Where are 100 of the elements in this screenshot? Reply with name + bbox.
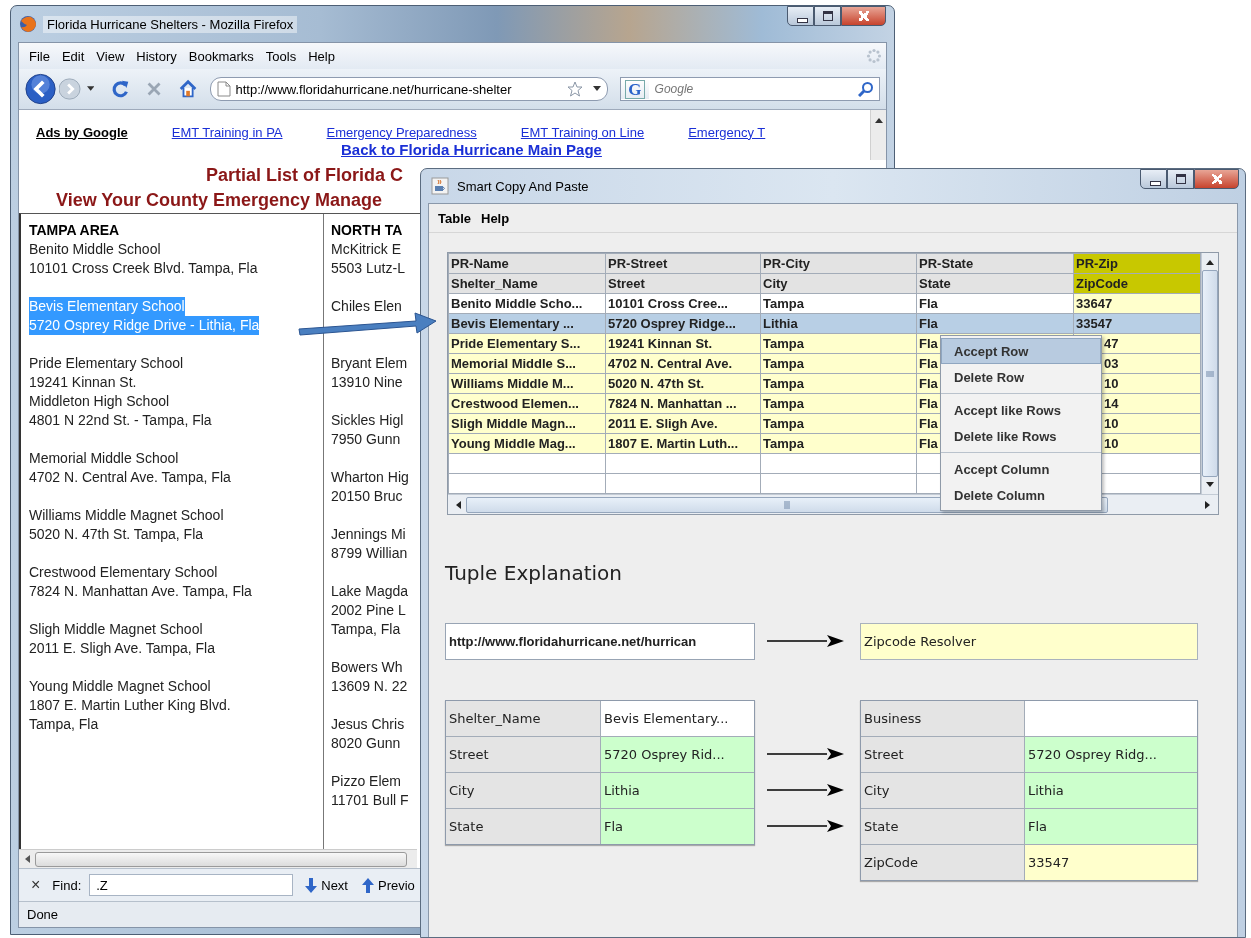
- menu-item[interactable]: Accept Row: [941, 338, 1101, 364]
- table-cell[interactable]: Williams Middle M...: [448, 373, 606, 394]
- find-label: Find:: [52, 877, 82, 893]
- column-header[interactable]: Shelter_Name: [448, 273, 606, 294]
- listing-text: Sickles Higl: [331, 411, 404, 430]
- ad-link[interactable]: Emergency Preparedness: [326, 124, 477, 140]
- maximize-button[interactable]: [814, 6, 841, 26]
- listing-text: Jesus Chris: [331, 715, 405, 734]
- menu-item[interactable]: View: [90, 46, 131, 66]
- menu-item[interactable]: Accept Column: [941, 456, 1101, 482]
- table-cell[interactable]: Crestwood Elemen...: [448, 393, 606, 414]
- left-arrow-icon[interactable]: [23, 854, 31, 864]
- column-header[interactable]: PR-City: [760, 253, 917, 274]
- up-arrow-icon[interactable]: [1205, 258, 1215, 266]
- table-cell[interactable]: Pride Elementary S...: [448, 333, 606, 354]
- page-heading: Partial List of Florida C: [206, 165, 404, 185]
- window-title: Florida Hurricane Shelters - Mozilla Firefox: [43, 15, 298, 33]
- scroll-thumb[interactable]: [1202, 270, 1218, 477]
- property-value: Lithia: [601, 773, 754, 809]
- menu-item[interactable]: Table: [433, 208, 476, 228]
- menu-item[interactable]: File: [23, 46, 56, 66]
- listing-text: Memorial Middle School: [29, 449, 179, 468]
- close-button[interactable]: [1194, 169, 1239, 189]
- property-value: Bevis Elementary...: [601, 701, 754, 737]
- caret-icon[interactable]: [86, 86, 95, 92]
- property-name: State: [446, 809, 601, 844]
- up-arrow-icon[interactable]: [873, 116, 884, 124]
- menu-item[interactable]: Bookmarks: [182, 46, 260, 66]
- next-button[interactable]: Next: [305, 877, 348, 893]
- globe-icon: [19, 15, 37, 33]
- back-button[interactable]: [25, 72, 58, 106]
- caret-icon[interactable]: [593, 86, 602, 92]
- listing-text: Jennings Mi: [331, 525, 406, 544]
- column-header[interactable]: PR-Street: [605, 253, 761, 274]
- star-icon[interactable]: [567, 81, 584, 97]
- column-header[interactable]: PR-State: [916, 253, 1074, 274]
- listing-text: Middleton High School: [29, 392, 170, 411]
- menu-item[interactable]: History: [130, 46, 183, 66]
- menu-item[interactable]: Delete Column: [941, 482, 1101, 508]
- listing-text: Benito Middle School: [29, 240, 161, 259]
- property-value: 5720 Osprey Rid...: [601, 737, 754, 773]
- minimize-button[interactable]: [787, 6, 814, 26]
- listing-text: 8799 Willian: [331, 544, 408, 563]
- maximize-button[interactable]: [1167, 169, 1194, 189]
- find-field[interactable]: .Z: [89, 874, 294, 896]
- listing-text: 5020 N. 47th St. Tampa, Fla: [29, 525, 204, 544]
- ad-link[interactable]: Emergency T: [688, 124, 766, 140]
- down-arrow-icon: [305, 877, 318, 893]
- close-button[interactable]: ×: [27, 876, 45, 894]
- left-arrow-icon[interactable]: [454, 499, 462, 510]
- table-cell[interactable]: Tampa: [760, 293, 917, 314]
- ad-link[interactable]: EMT Training in PA: [171, 124, 283, 140]
- area-heading: NORTH TA: [331, 221, 403, 240]
- property-value: 33547: [1025, 845, 1197, 880]
- listing-text: 2002 Pine L: [331, 601, 406, 620]
- menu-item[interactable]: Tools: [259, 46, 303, 66]
- close-button[interactable]: [841, 6, 886, 26]
- menu-item[interactable]: Edit: [55, 46, 91, 66]
- down-arrow-icon[interactable]: [1205, 481, 1215, 489]
- listing-text: 13910 Nine: [331, 373, 403, 392]
- page-heading: View Your County Emergency Manage: [56, 190, 383, 210]
- listing-text: Chiles Elen: [331, 297, 402, 316]
- search-icon[interactable]: [858, 81, 875, 97]
- menu-item[interactable]: Help: [302, 46, 341, 66]
- ads-label: Ads by Google: [36, 124, 128, 140]
- previous-button[interactable]: Previo: [362, 877, 415, 893]
- property-name: City: [446, 773, 601, 809]
- column-header[interactable]: PR-Name: [448, 253, 606, 274]
- home-button[interactable]: [178, 78, 199, 100]
- table-cell[interactable]: Bevis Elementary ...: [448, 313, 606, 334]
- table-cell[interactable]: 10101 Cross Cree...: [605, 293, 761, 314]
- property-value: Lithia: [1025, 773, 1197, 809]
- table-cell[interactable]: Memorial Middle S...: [448, 353, 606, 374]
- listing-text: 4801 N 22nd St. - Tampa, Fla: [29, 411, 212, 430]
- url-field[interactable]: http://www.floridahurricane.net/hurricane-shelter: [235, 81, 564, 97]
- page-icon: [217, 81, 232, 97]
- table-cell[interactable]: Fla: [916, 293, 1074, 314]
- minimize-button[interactable]: [1140, 169, 1167, 189]
- search-engine-button[interactable]: G: [621, 79, 649, 99]
- table-cell[interactable]: Young Middle Mag...: [448, 433, 606, 454]
- reload-button[interactable]: [110, 78, 131, 100]
- area-heading: TAMPA AREA: [29, 221, 120, 240]
- listing-text: Sligh Middle Magnet School: [29, 620, 203, 639]
- listing-text: Pizzo Elem: [331, 772, 402, 791]
- column-header[interactable]: PR-Zip: [1073, 253, 1201, 274]
- table-cell[interactable]: Sligh Middle Magn...: [448, 413, 606, 434]
- listing-text: McKitrick E: [331, 240, 401, 259]
- source-url: http://www.floridahurricane.net/hurrican: [445, 623, 755, 660]
- address-bar[interactable]: http://www.floridahurricane.net/hurricane-shelter: [210, 77, 609, 101]
- ad-link[interactable]: EMT Training on Line: [520, 124, 645, 140]
- search-bar[interactable]: G Google: [620, 77, 881, 101]
- right-arrow-icon[interactable]: [1204, 499, 1212, 510]
- listing-text: 7824 N. Manhattan Ave. Tampa, Fla: [29, 582, 252, 601]
- status-text: Done: [27, 907, 59, 922]
- scroll-thumb[interactable]: [35, 851, 407, 867]
- selected-text: 5720 Osprey Ridge Drive - Lithia, Fla: [29, 316, 260, 335]
- menu-item[interactable]: Help: [476, 208, 515, 228]
- back-link[interactable]: Back to Florida Hurricane Main Page: [341, 141, 602, 158]
- table-cell[interactable]: Benito Middle Scho...: [448, 293, 606, 314]
- listing-text: Bryant Elem: [331, 354, 408, 373]
